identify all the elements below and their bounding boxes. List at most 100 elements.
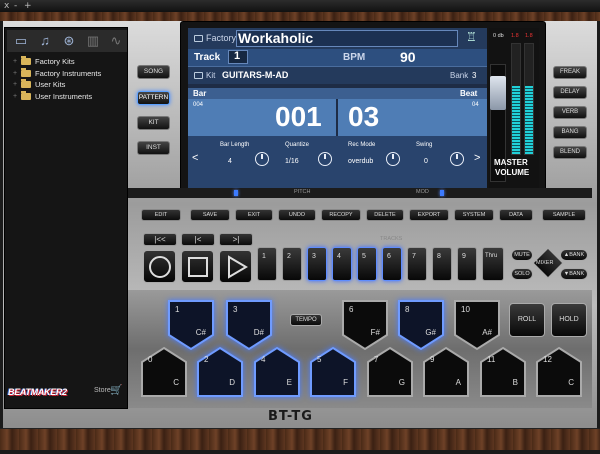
pattern-grid-icon[interactable]: ♖ — [466, 30, 477, 44]
song-mode-button[interactable]: SONG — [137, 65, 170, 79]
next-arrow[interactable]: > — [474, 152, 480, 164]
inst-mode-button[interactable]: INST — [137, 141, 170, 155]
wave-icon[interactable]: ∿ — [107, 33, 125, 49]
bar-value[interactable]: 001 — [275, 101, 322, 133]
rec-mode-knob[interactable] — [386, 152, 400, 166]
drum-pad-8[interactable]: 8 G# — [397, 299, 445, 351]
db-label: 0 db — [493, 33, 504, 39]
track-button-5[interactable]: 5 — [357, 247, 377, 281]
stop-button[interactable] — [181, 250, 214, 283]
drum-pad-7[interactable]: 7G — [366, 346, 414, 398]
wood-trim-top — [0, 12, 600, 21]
drum-pad-1[interactable]: 1 C# — [167, 299, 215, 351]
roll-button[interactable]: ROLL — [509, 303, 545, 337]
track-button-4[interactable]: 4 — [332, 247, 352, 281]
pad-number: 6 — [349, 305, 354, 314]
undo-button[interactable]: UNDO — [278, 209, 316, 221]
folder-icon[interactable] — [194, 72, 203, 79]
pattern-icon[interactable]: ♫ — [35, 33, 55, 49]
tree-item-user-kits[interactable]: + User Kits — [13, 79, 101, 90]
bang-button[interactable]: BANG — [553, 126, 587, 139]
data-button[interactable]: DATA — [499, 209, 533, 221]
delete-button[interactable]: DELETE — [366, 209, 404, 221]
maximize-window-button[interactable]: + — [24, 1, 32, 11]
swing-knob[interactable] — [450, 152, 464, 166]
bank-down-button[interactable]: ▼BANK — [560, 268, 588, 280]
rewind-button[interactable]: |<< — [143, 233, 177, 246]
bank-up-button[interactable]: ▲BANK — [560, 249, 588, 261]
pad-number: 9 — [430, 355, 435, 364]
store-link[interactable]: Store — [94, 387, 111, 394]
bar-length-knob[interactable] — [255, 152, 269, 166]
position-counter: 004 001 03 04 — [188, 99, 487, 136]
track-button-thru[interactable]: Thru — [482, 247, 504, 281]
system-button[interactable]: SYSTEM — [454, 209, 494, 221]
minimize-window-button[interactable]: - — [14, 1, 17, 11]
cart-icon[interactable]: 🛒 — [110, 385, 122, 396]
bpm-value[interactable]: 90 — [400, 49, 416, 65]
bar-length-value: 4 — [228, 158, 232, 165]
pad-number: 7 — [374, 355, 379, 364]
keys-icon[interactable]: ▥ — [83, 33, 103, 49]
track-button-6[interactable]: 6 — [382, 247, 402, 281]
delay-button[interactable]: DELAY — [553, 86, 587, 99]
mute-button[interactable]: MUTE — [511, 249, 533, 261]
track-button-9[interactable]: 9 — [457, 247, 477, 281]
save-button[interactable]: SAVE — [190, 209, 230, 221]
master-fader-handle[interactable] — [490, 76, 506, 110]
master-volume-panel: 0 db 1.8 1.8 MASTER VOLUME — [489, 28, 539, 188]
recopy-button[interactable]: RECOPY — [321, 209, 361, 221]
track-button-2[interactable]: 2 — [282, 247, 302, 281]
kit-icon[interactable]: ⊛ — [59, 33, 79, 49]
close-window-button[interactable]: x — [4, 1, 9, 11]
pattern-mode-button[interactable]: PATTERN — [137, 91, 170, 105]
folder-icon — [21, 67, 31, 77]
drum-pad-12[interactable]: 12 C — [535, 346, 583, 398]
drum-pad-4[interactable]: 4E — [253, 346, 301, 398]
step-forward-button[interactable]: >| — [219, 233, 253, 246]
track-button-7[interactable]: 7 — [407, 247, 427, 281]
track-button-1[interactable]: 1 — [257, 247, 277, 281]
kit-mode-button[interactable]: KIT — [137, 116, 170, 130]
drum-pad-5[interactable]: 5F — [309, 346, 357, 398]
edit-button[interactable]: EDIT — [141, 209, 181, 221]
sample-button[interactable]: SAMPLE — [542, 209, 586, 221]
drum-pad-11[interactable]: 11 B — [479, 346, 527, 398]
prev-arrow[interactable]: < — [192, 152, 198, 164]
folder-icon — [21, 90, 31, 100]
play-button[interactable] — [219, 250, 252, 283]
folders-icon[interactable]: ▭ — [11, 33, 31, 49]
tempo-button[interactable]: TEMPO — [290, 314, 322, 326]
freak-button[interactable]: FREAK — [553, 66, 587, 79]
bar-beat-header: Bar Beat — [188, 88, 487, 99]
pad-note: D# — [253, 328, 264, 337]
hold-button[interactable]: HOLD — [551, 303, 587, 337]
pitch-indicator[interactable] — [234, 190, 238, 196]
drum-pad-2[interactable]: 2D — [196, 346, 244, 398]
tree-item-factory-instruments[interactable]: + Factory Instruments — [13, 67, 101, 79]
mod-indicator[interactable] — [440, 190, 444, 196]
drum-pad-3[interactable]: 3 D# — [225, 299, 273, 351]
beat-label: Beat — [460, 89, 478, 98]
tree-item-factory-kits[interactable]: + Factory Kits — [13, 56, 101, 67]
tree-item-user-instruments[interactable]: + User Instruments — [13, 90, 101, 102]
kit-name[interactable]: GUITARS-M-AD — [222, 70, 288, 80]
track-button-3[interactable]: 3 — [307, 247, 327, 281]
exit-button[interactable]: EXIT — [235, 209, 273, 221]
quantize-knob[interactable] — [318, 152, 332, 166]
drum-pad-10[interactable]: 10 A# — [453, 299, 501, 351]
step-back-button[interactable]: |< — [181, 233, 215, 246]
verb-button[interactable]: VERB — [553, 106, 587, 119]
record-button[interactable] — [143, 250, 176, 283]
pad-note: C — [568, 378, 574, 387]
bank-label: Bank — [450, 71, 469, 80]
beat-value[interactable]: 03 — [348, 101, 379, 133]
solo-button[interactable]: SOLO — [511, 268, 533, 280]
drum-pad-9[interactable]: 9A — [422, 346, 470, 398]
export-button[interactable]: EXPORT — [409, 209, 449, 221]
track-button-8[interactable]: 8 — [432, 247, 452, 281]
blend-button[interactable]: BLEND — [553, 146, 587, 159]
folder-icon[interactable] — [194, 35, 203, 42]
drum-pad-0[interactable]: 0C — [140, 346, 188, 398]
drum-pad-6[interactable]: 6 F# — [341, 299, 389, 351]
